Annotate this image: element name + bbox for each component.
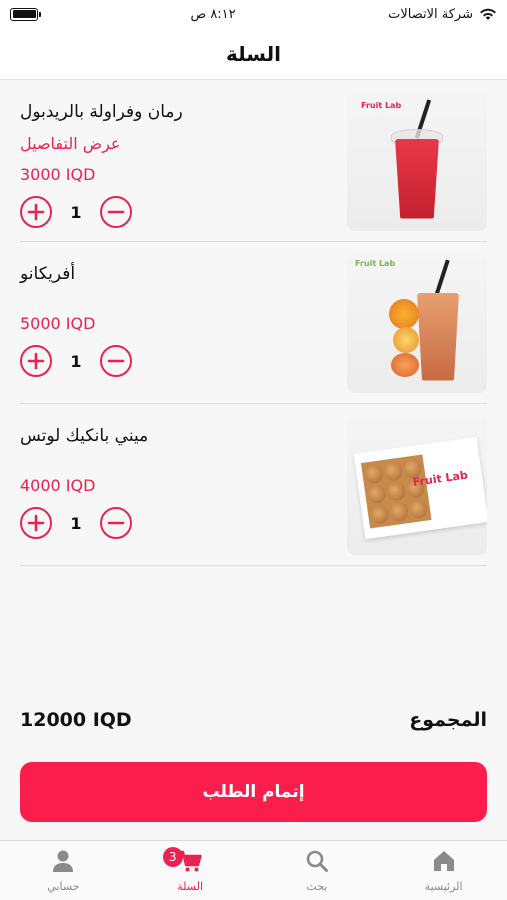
status-time: ٨:١٢ ص <box>190 6 236 22</box>
pancake-box-image[interactable]: Fruit Lab <box>347 414 487 555</box>
total-amount: 12000 IQD <box>20 709 132 731</box>
tab-label: حسابي <box>47 880 80 893</box>
total-label: المجموع <box>409 709 487 731</box>
item-info: ميني بانكيك لوتس 4000 IQD 1 <box>20 404 347 565</box>
quantity-value: 1 <box>70 202 82 222</box>
item-name: رمان وفراولة بالريدبول <box>20 102 183 122</box>
user-icon <box>53 850 74 872</box>
cart-item: ميني بانكيك لوتس 4000 IQD 1 Fruit Lab <box>20 404 487 566</box>
wifi-icon <box>480 8 496 20</box>
plus-icon <box>27 352 45 370</box>
tab-bar: حسابي السلة 3 بحث الرئيسية <box>0 840 507 900</box>
quantity-stepper: 1 <box>20 196 132 228</box>
item-price: 3000 IQD <box>20 165 96 184</box>
item-info: أفريكانو 5000 IQD 1 <box>20 242 347 403</box>
tab-search[interactable]: بحث <box>254 841 381 900</box>
decrease-quantity-button[interactable] <box>100 345 132 377</box>
red-drink-image[interactable]: Fruit Lab <box>347 90 487 231</box>
quantity-value: 1 <box>70 513 82 533</box>
quantity-stepper: 1 <box>20 507 132 539</box>
plus-icon <box>27 203 45 221</box>
quantity-stepper: 1 <box>20 345 132 377</box>
item-name: أفريكانو <box>20 264 76 284</box>
plus-icon <box>27 514 45 532</box>
battery-icon <box>10 7 41 21</box>
cart-list: رمان وفراولة بالريدبول عرض التفاصيل 3000… <box>20 80 487 566</box>
home-icon <box>433 851 454 871</box>
decrease-quantity-button[interactable] <box>100 196 132 228</box>
tab-label: بحث <box>306 880 328 893</box>
tab-cart[interactable]: السلة 3 <box>127 841 254 900</box>
status-right: شركة الاتصالات <box>388 7 497 22</box>
tab-label: السلة <box>177 880 203 893</box>
minus-icon <box>107 521 125 525</box>
tab-account[interactable]: حسابي <box>0 841 127 900</box>
decrease-quantity-button[interactable] <box>100 507 132 539</box>
carrier-name: شركة الاتصالات <box>388 6 473 22</box>
minus-icon <box>107 210 125 214</box>
cart-item: أفريكانو 5000 IQD 1 Fruit Lab <box>20 242 487 404</box>
increase-quantity-button[interactable] <box>20 345 52 377</box>
increase-quantity-button[interactable] <box>20 196 52 228</box>
quantity-value: 1 <box>70 351 82 371</box>
tab-label: الرئيسية <box>424 880 463 893</box>
orange-drink-image[interactable]: Fruit Lab <box>347 252 487 393</box>
item-price: 4000 IQD <box>20 476 96 495</box>
minus-icon <box>107 359 125 363</box>
status-bar: ٨:١٢ ص شركة الاتصالات <box>0 0 507 28</box>
total-row: 12000 IQD المجموع <box>20 704 487 736</box>
tab-home[interactable]: الرئيسية <box>380 841 507 900</box>
cart-item: رمان وفراولة بالريدبول عرض التفاصيل 3000… <box>20 80 487 242</box>
search-icon <box>306 850 328 872</box>
item-info: رمان وفراولة بالريدبول عرض التفاصيل 3000… <box>20 80 347 241</box>
checkout-button[interactable]: إتمام الطلب <box>20 762 487 822</box>
header: السلة <box>0 28 507 80</box>
page-title: السلة <box>225 41 281 66</box>
view-details-link[interactable]: عرض التفاصيل <box>20 134 120 153</box>
cart-count-badge: 3 <box>162 847 183 867</box>
increase-quantity-button[interactable] <box>20 507 52 539</box>
item-name: ميني بانكيك لوتس <box>20 426 149 446</box>
item-price: 5000 IQD <box>20 314 96 333</box>
